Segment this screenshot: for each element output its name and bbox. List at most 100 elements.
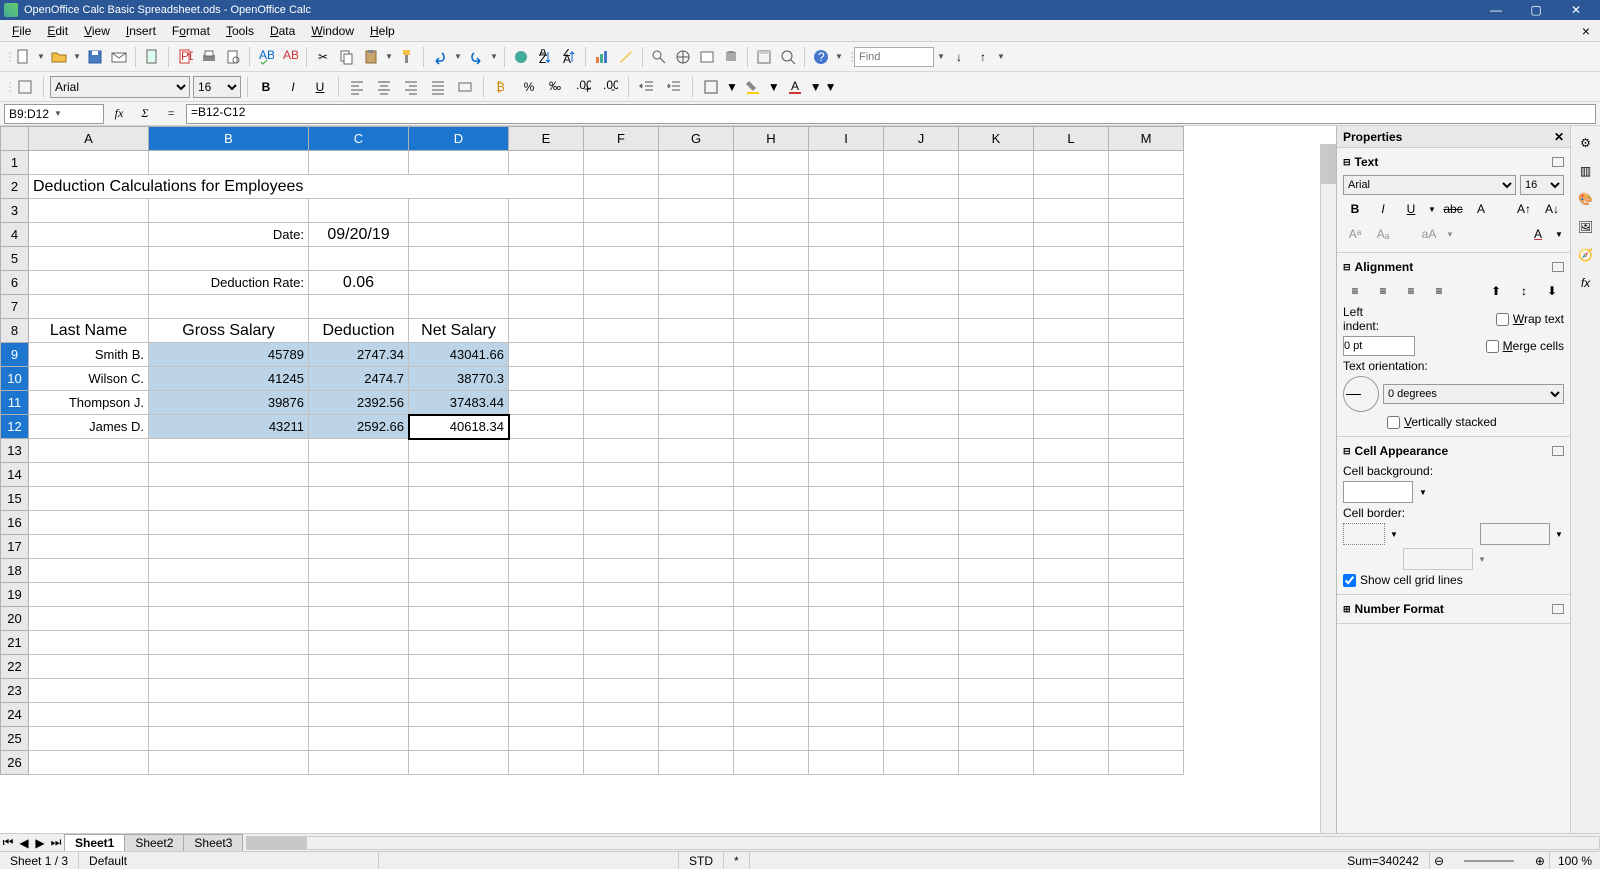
cell-K9[interactable] xyxy=(959,343,1034,367)
cell-G17[interactable] xyxy=(659,535,734,559)
cell-E6[interactable] xyxy=(509,271,584,295)
grid[interactable]: ABCDEFGHIJKLM12Deduction Calculations fo… xyxy=(0,126,1184,775)
save-button[interactable] xyxy=(84,46,106,68)
email-button[interactable] xyxy=(108,46,130,68)
prop-bg-button[interactable] xyxy=(1343,481,1413,503)
cell-D12[interactable]: 40618.34 xyxy=(409,415,509,439)
cell-K5[interactable] xyxy=(959,247,1034,271)
prop-shadow-button[interactable]: A xyxy=(1469,198,1493,220)
cell-M11[interactable] xyxy=(1109,391,1184,415)
status-sum[interactable]: Sum=340242 xyxy=(1337,852,1430,869)
cut-button[interactable]: ✂ xyxy=(312,46,334,68)
prop-super-button[interactable]: Aᵃ xyxy=(1343,223,1367,245)
cell-G14[interactable] xyxy=(659,463,734,487)
find-replace-button[interactable] xyxy=(648,46,670,68)
col-header-K[interactable]: K xyxy=(959,127,1034,151)
cell-J8[interactable] xyxy=(884,319,959,343)
cell-A1[interactable] xyxy=(29,151,149,175)
cell-I22[interactable] xyxy=(809,655,884,679)
cell-L15[interactable] xyxy=(1034,487,1109,511)
cell-F24[interactable] xyxy=(584,703,659,727)
cell-H8[interactable] xyxy=(734,319,809,343)
cell-C22[interactable] xyxy=(309,655,409,679)
horizontal-scrollbar[interactable] xyxy=(246,836,1600,850)
row-header-22[interactable]: 22 xyxy=(1,655,29,679)
cell-B18[interactable] xyxy=(149,559,309,583)
cell-B3[interactable] xyxy=(149,199,309,223)
cell-I20[interactable] xyxy=(809,607,884,631)
cell-M23[interactable] xyxy=(1109,679,1184,703)
prop-italic-button[interactable]: I xyxy=(1371,198,1395,220)
cell-E22[interactable] xyxy=(509,655,584,679)
bg-color-dropdown[interactable]: ▼ xyxy=(768,80,780,94)
cell-B19[interactable] xyxy=(149,583,309,607)
row-header-16[interactable]: 16 xyxy=(1,511,29,535)
cell-B9[interactable]: 45789 xyxy=(149,343,309,367)
cell-L7[interactable] xyxy=(1034,295,1109,319)
borders-dropdown[interactable]: ▼ xyxy=(726,80,738,94)
cell-L6[interactable] xyxy=(1034,271,1109,295)
cell-G3[interactable] xyxy=(659,199,734,223)
col-header-A[interactable]: A xyxy=(29,127,149,151)
row-header-19[interactable]: 19 xyxy=(1,583,29,607)
cell-M15[interactable] xyxy=(1109,487,1184,511)
prop-font-color-dropdown[interactable]: ▼ xyxy=(1554,223,1564,245)
cell-D21[interactable] xyxy=(409,631,509,655)
cell-H6[interactable] xyxy=(734,271,809,295)
cell-F13[interactable] xyxy=(584,439,659,463)
cell-A5[interactable] xyxy=(29,247,149,271)
cell-J9[interactable] xyxy=(884,343,959,367)
cell-B15[interactable] xyxy=(149,487,309,511)
cell-I14[interactable] xyxy=(809,463,884,487)
cell-F21[interactable] xyxy=(584,631,659,655)
menu-window[interactable]: Window xyxy=(303,22,362,40)
edit-file-button[interactable] xyxy=(141,46,163,68)
sidebar-navigator-icon[interactable]: 🧭 xyxy=(1575,244,1597,266)
cell-E26[interactable] xyxy=(509,751,584,775)
decrease-indent-button[interactable] xyxy=(635,76,659,98)
cell-G9[interactable] xyxy=(659,343,734,367)
find-toolbar-grip[interactable]: ⋮ xyxy=(846,50,852,64)
cell-L11[interactable] xyxy=(1034,391,1109,415)
menu-insert[interactable]: Insert xyxy=(118,22,164,40)
cell-J20[interactable] xyxy=(884,607,959,631)
cell-L3[interactable] xyxy=(1034,199,1109,223)
cell-K26[interactable] xyxy=(959,751,1034,775)
remove-decimal-button[interactable]: .00- xyxy=(598,76,622,98)
cell-B14[interactable] xyxy=(149,463,309,487)
export-pdf-button[interactable]: PDF xyxy=(174,46,196,68)
section-text-header[interactable]: ⊟Text xyxy=(1343,152,1564,172)
prop-grow-font-button[interactable]: A↑ xyxy=(1512,198,1536,220)
cell-M14[interactable] xyxy=(1109,463,1184,487)
cell-K21[interactable] xyxy=(959,631,1034,655)
sheet-tab-3[interactable]: Sheet3 xyxy=(183,834,243,851)
select-all-corner[interactable] xyxy=(1,127,29,151)
cell-F10[interactable] xyxy=(584,367,659,391)
cell-I2[interactable] xyxy=(809,175,884,199)
cell-B8[interactable]: Gross Salary xyxy=(149,319,309,343)
cell-L1[interactable] xyxy=(1034,151,1109,175)
cell-I24[interactable] xyxy=(809,703,884,727)
cell-C9[interactable]: 2747.34 xyxy=(309,343,409,367)
open-button[interactable] xyxy=(48,46,70,68)
cell-K3[interactable] xyxy=(959,199,1034,223)
cell-F8[interactable] xyxy=(584,319,659,343)
cell-G2[interactable] xyxy=(659,175,734,199)
cell-D1[interactable] xyxy=(409,151,509,175)
bg-color-button[interactable] xyxy=(741,76,765,98)
navigator-button[interactable] xyxy=(672,46,694,68)
cell-K23[interactable] xyxy=(959,679,1034,703)
cell-I15[interactable] xyxy=(809,487,884,511)
prop-align-center[interactable]: ≡ xyxy=(1371,280,1395,302)
cell-D19[interactable] xyxy=(409,583,509,607)
cell-J6[interactable] xyxy=(884,271,959,295)
cell-H19[interactable] xyxy=(734,583,809,607)
cell-H2[interactable] xyxy=(734,175,809,199)
prop-bg-dropdown[interactable]: ▼ xyxy=(1417,481,1429,503)
cell-L2[interactable] xyxy=(1034,175,1109,199)
cell-C8[interactable]: Deduction xyxy=(309,319,409,343)
prop-case-dropdown[interactable]: ▼ xyxy=(1445,223,1455,245)
cell-K6[interactable] xyxy=(959,271,1034,295)
cell-I26[interactable] xyxy=(809,751,884,775)
prop-sub-button[interactable]: Aₐ xyxy=(1371,223,1395,245)
